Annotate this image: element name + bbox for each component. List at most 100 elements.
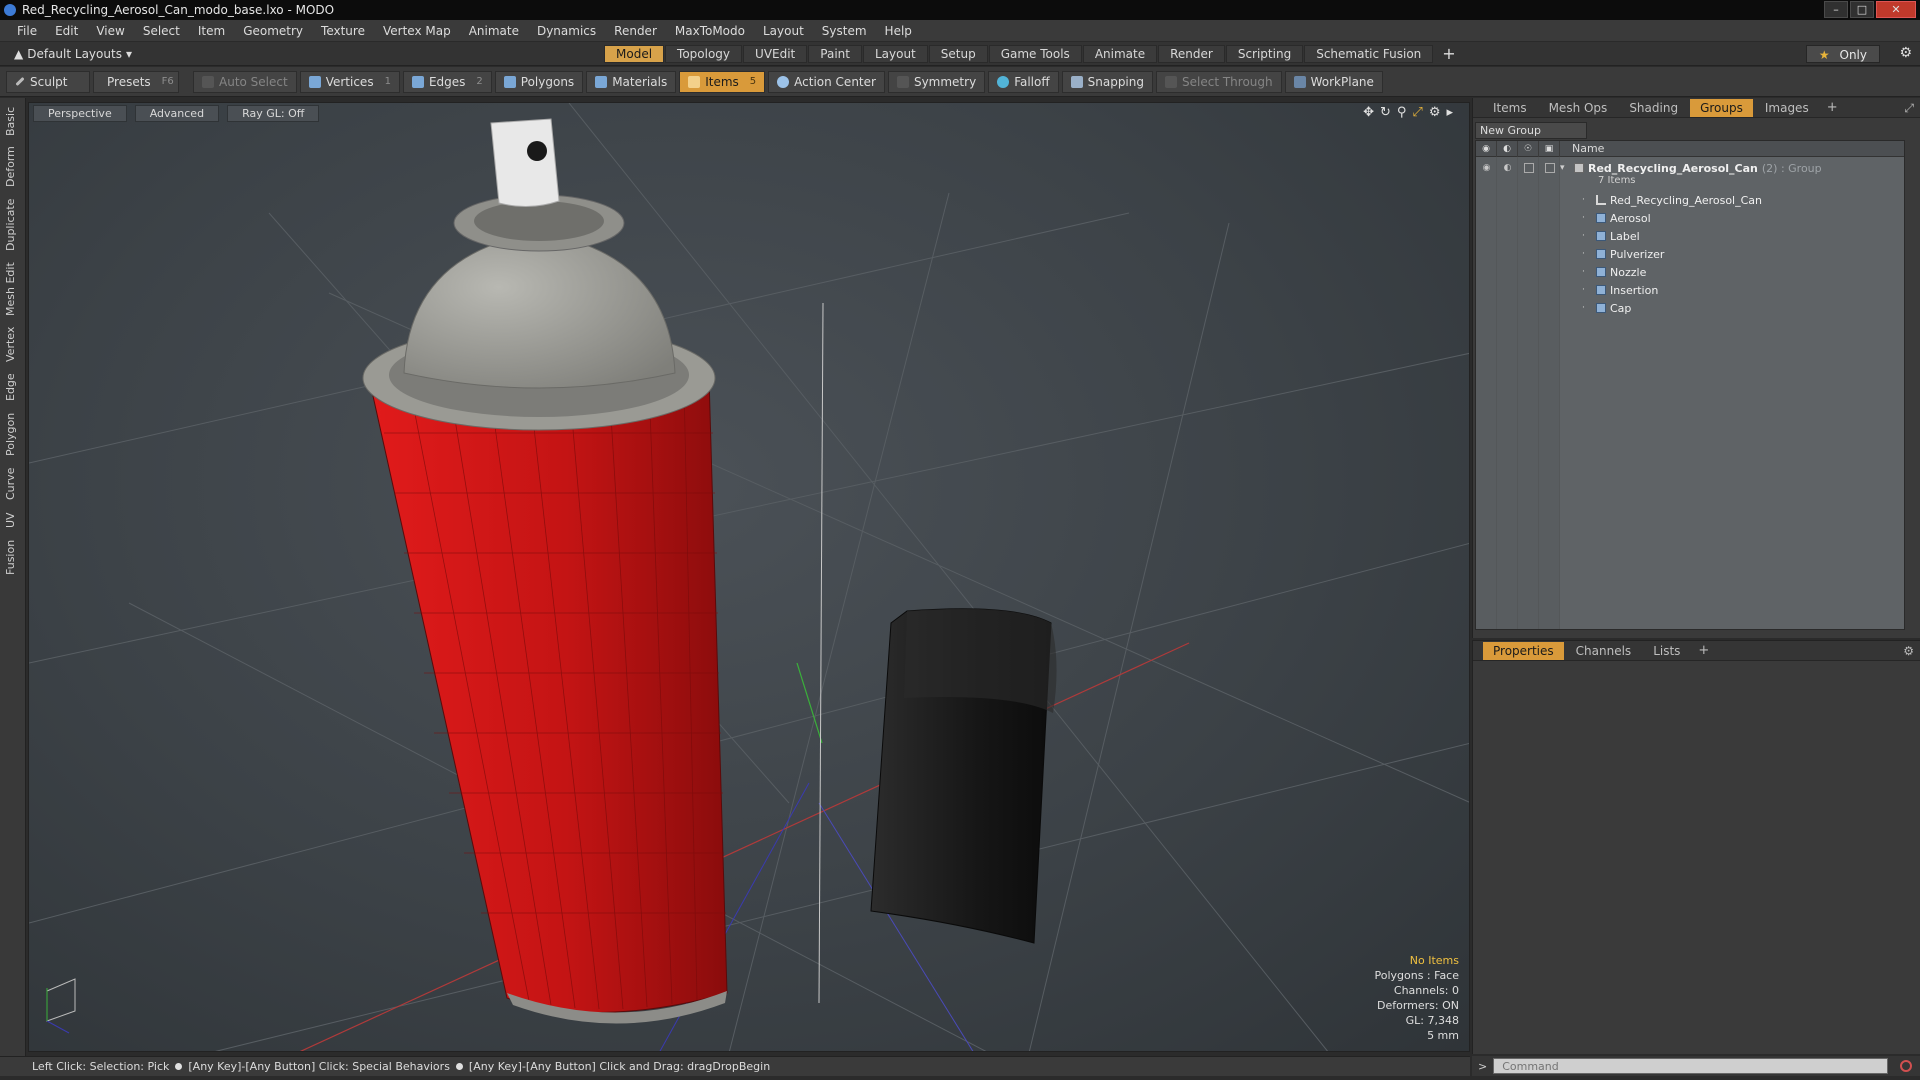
- command-history-icon[interactable]: >: [1472, 1060, 1493, 1073]
- vtab-vertex[interactable]: Vertex: [4, 322, 22, 366]
- tab-schematic-fusion[interactable]: Schematic Fusion: [1304, 45, 1434, 63]
- view-selector[interactable]: Perspective: [33, 105, 127, 122]
- collapse-icon[interactable]: ▾: [1560, 163, 1570, 173]
- vtab-polygon[interactable]: Polygon: [4, 408, 22, 460]
- menu-edit[interactable]: Edit: [46, 24, 87, 38]
- add-tab-button[interactable]: +: [1692, 643, 1715, 658]
- layout-selector[interactable]: ▲ Default Layouts ▾: [14, 47, 132, 61]
- menu-geometry[interactable]: Geometry: [234, 24, 312, 38]
- close-button[interactable]: ✕: [1876, 1, 1916, 18]
- items-button[interactable]: Items 5: [679, 70, 766, 93]
- menu-layout[interactable]: Layout: [754, 24, 813, 38]
- tab-uvedit[interactable]: UVEdit: [743, 45, 808, 63]
- tab-items[interactable]: Items: [1483, 99, 1537, 117]
- symmetry-button[interactable]: Symmetry: [887, 70, 986, 93]
- move-view-icon[interactable]: ✥: [1363, 105, 1374, 120]
- tree-item-insertion[interactable]: · Insertion: [1476, 281, 1904, 299]
- 3d-viewport[interactable]: Perspective Advanced Ray GL: Off ✥ ↻ ⚲ ⤢…: [28, 102, 1470, 1052]
- tree-item-locator[interactable]: · Red_Recycling_Aerosol_Can: [1476, 191, 1904, 209]
- menu-view[interactable]: View: [87, 24, 133, 38]
- menu-texture[interactable]: Texture: [312, 24, 374, 38]
- tree-item-cap[interactable]: · Cap: [1476, 299, 1904, 317]
- expand-panel-icon[interactable]: ⤢: [1904, 101, 1914, 116]
- render-column-icon[interactable]: ◐: [1497, 140, 1518, 157]
- viewport-settings-icon[interactable]: ⚙: [1429, 105, 1441, 120]
- menu-render[interactable]: Render: [605, 24, 666, 38]
- menu-animate[interactable]: Animate: [460, 24, 528, 38]
- stop-icon[interactable]: [1900, 1060, 1913, 1072]
- select-column-icon[interactable]: ▣: [1539, 140, 1560, 157]
- tree-item-label[interactable]: · Label: [1476, 227, 1904, 245]
- sculpt-button[interactable]: Sculpt: [6, 70, 90, 93]
- add-tab-button[interactable]: +: [1434, 45, 1463, 63]
- menu-item[interactable]: Item: [189, 24, 234, 38]
- vtab-deform[interactable]: Deform: [4, 144, 22, 190]
- presets-button[interactable]: Presets F6: [93, 70, 179, 93]
- vtab-basic[interactable]: Basic: [4, 104, 22, 138]
- workplane-button[interactable]: WorkPlane: [1284, 70, 1383, 93]
- snapping-button[interactable]: Snapping: [1061, 70, 1153, 93]
- tab-properties[interactable]: Properties: [1483, 641, 1564, 660]
- tab-channels[interactable]: Channels: [1566, 642, 1642, 660]
- vtab-uv[interactable]: UV: [4, 508, 22, 532]
- visibility-column-icon[interactable]: ◉: [1476, 140, 1497, 157]
- tab-setup[interactable]: Setup: [928, 45, 988, 63]
- menu-file[interactable]: File: [8, 24, 46, 38]
- add-tab-button[interactable]: +: [1821, 100, 1844, 115]
- lock-checkbox[interactable]: [1523, 163, 1534, 173]
- zoom-view-icon[interactable]: ⚲: [1397, 105, 1407, 120]
- menu-vertex-map[interactable]: Vertex Map: [374, 24, 460, 38]
- select-checkbox[interactable]: [1544, 163, 1555, 173]
- polygons-button[interactable]: Polygons: [494, 70, 584, 93]
- tab-topology[interactable]: Topology: [665, 45, 743, 63]
- tab-game-tools[interactable]: Game Tools: [988, 45, 1082, 63]
- render-icon[interactable]: ◐: [1497, 163, 1518, 173]
- panel-settings-icon[interactable]: ⚙: [1903, 644, 1914, 658]
- menu-help[interactable]: Help: [876, 24, 921, 38]
- tab-render[interactable]: Render: [1158, 45, 1225, 63]
- tab-paint[interactable]: Paint: [808, 45, 862, 63]
- tree-item-pulverizer[interactable]: · Pulverizer: [1476, 245, 1904, 263]
- tab-images[interactable]: Images: [1755, 99, 1819, 117]
- command-input[interactable]: [1493, 1058, 1889, 1074]
- tab-groups[interactable]: Groups: [1690, 98, 1753, 117]
- vertices-button[interactable]: Vertices 1: [299, 70, 400, 93]
- eye-icon[interactable]: ◉: [1476, 163, 1497, 173]
- tab-lists[interactable]: Lists: [1643, 642, 1690, 660]
- new-group-button[interactable]: New Group: [1475, 122, 1587, 139]
- vtab-duplicate[interactable]: Duplicate: [4, 196, 22, 254]
- vtab-mesh-edit[interactable]: Mesh Edit: [4, 260, 22, 318]
- vtab-edge[interactable]: Edge: [4, 370, 22, 404]
- edges-button[interactable]: Edges 2: [402, 70, 492, 93]
- tree-item-nozzle[interactable]: · Nozzle: [1476, 263, 1904, 281]
- menu-system[interactable]: System: [813, 24, 876, 38]
- fit-view-icon[interactable]: ⤢: [1412, 105, 1422, 120]
- select-through-button[interactable]: Select Through: [1156, 70, 1282, 93]
- vtab-curve[interactable]: Curve: [4, 464, 22, 504]
- gear-icon[interactable]: ⚙: [1899, 45, 1912, 61]
- minimize-button[interactable]: –: [1824, 1, 1848, 18]
- tab-scripting[interactable]: Scripting: [1225, 45, 1304, 63]
- tab-mesh-ops[interactable]: Mesh Ops: [1539, 99, 1618, 117]
- tab-shading[interactable]: Shading: [1619, 99, 1688, 117]
- materials-button[interactable]: Materials: [586, 70, 677, 93]
- menu-maxtomodo[interactable]: MaxToModo: [666, 24, 754, 38]
- rotate-view-icon[interactable]: ↻: [1380, 105, 1391, 120]
- menu-dynamics[interactable]: Dynamics: [528, 24, 605, 38]
- name-column-header[interactable]: Name: [1560, 142, 1604, 155]
- falloff-button[interactable]: Falloff: [988, 70, 1059, 93]
- lock-column-icon[interactable]: ☉: [1518, 140, 1539, 157]
- tab-model[interactable]: Model: [604, 45, 665, 63]
- auto-select-button[interactable]: Auto Select: [193, 70, 297, 93]
- tab-layout[interactable]: Layout: [862, 45, 928, 63]
- viewport-menu-icon[interactable]: ▸: [1446, 105, 1453, 120]
- maximize-button[interactable]: □: [1850, 1, 1874, 18]
- tab-animate[interactable]: Animate: [1082, 45, 1158, 63]
- action-center-button[interactable]: Action Center: [768, 70, 885, 93]
- tree-item-aerosol[interactable]: · Aerosol: [1476, 209, 1904, 227]
- raygl-toggle[interactable]: Ray GL: Off: [227, 105, 320, 122]
- vtab-fusion[interactable]: Fusion: [4, 536, 22, 578]
- only-button[interactable]: ★ Only: [1805, 45, 1880, 63]
- shading-selector[interactable]: Advanced: [134, 105, 220, 122]
- menu-select[interactable]: Select: [134, 24, 189, 38]
